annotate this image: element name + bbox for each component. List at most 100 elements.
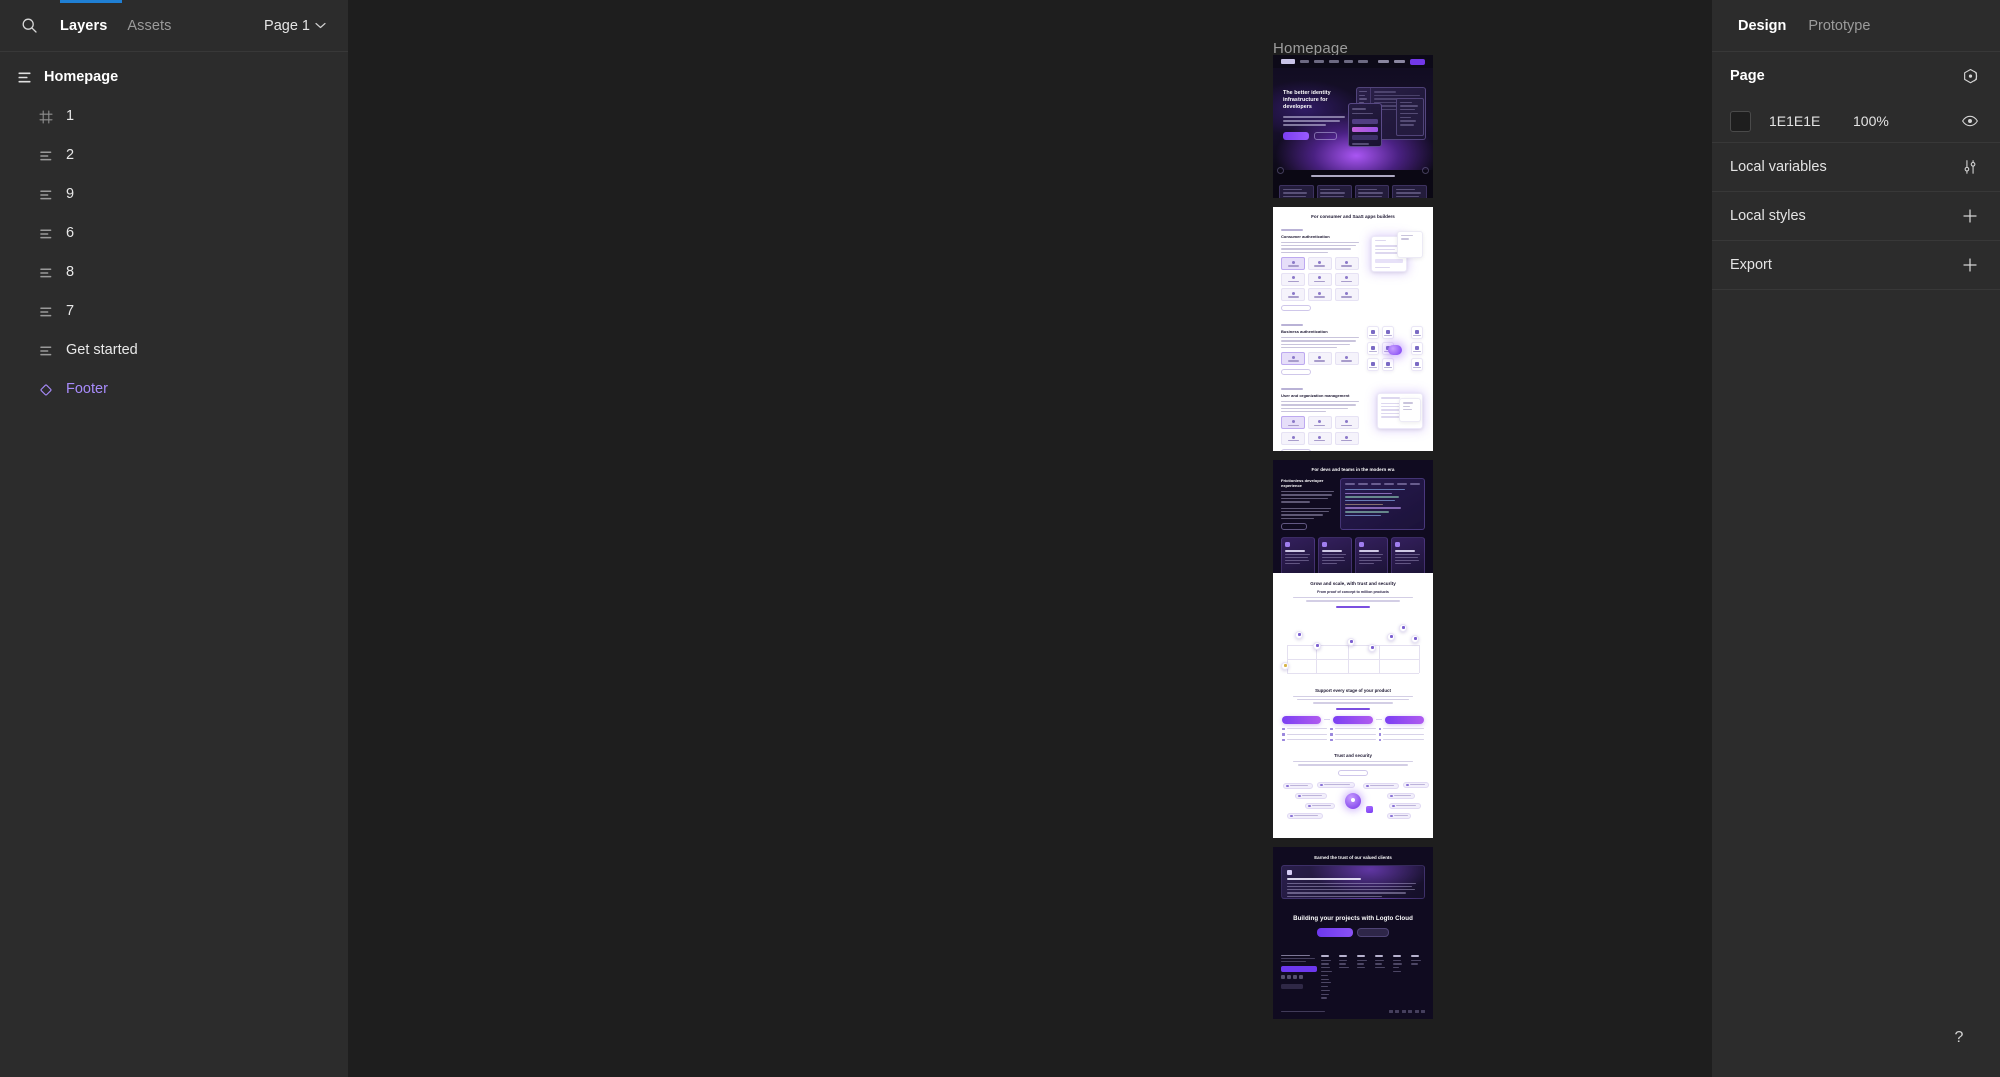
stage-pill bbox=[1282, 715, 1322, 724]
learn-more-link bbox=[1281, 369, 1311, 376]
carousel-prev-icon bbox=[1277, 167, 1284, 174]
feature-tile bbox=[1334, 431, 1359, 445]
autolayout-icon bbox=[14, 68, 34, 88]
endorsement-text bbox=[1311, 174, 1395, 178]
tab-layers[interactable]: Layers bbox=[50, 12, 117, 40]
footer-legal-link bbox=[1414, 1010, 1419, 1014]
stage-checklist-columns bbox=[1273, 724, 1433, 745]
search-icon[interactable] bbox=[14, 11, 44, 41]
tab-design[interactable]: Design bbox=[1730, 12, 1794, 40]
testimonial-heading bbox=[1287, 878, 1361, 880]
artboard-hero[interactable]: The better identity infrastructure for d… bbox=[1273, 55, 1433, 198]
trust-badge bbox=[1403, 781, 1429, 788]
diagram-node bbox=[1368, 643, 1376, 652]
layer-row-9[interactable]: 9 bbox=[0, 175, 348, 214]
learn-more-link bbox=[1281, 448, 1311, 451]
layer-row-2[interactable]: 2 bbox=[0, 136, 348, 175]
code-sample-card bbox=[1340, 478, 1425, 530]
code-tab bbox=[1384, 483, 1394, 485]
footer-legal-link bbox=[1401, 1010, 1406, 1014]
org-detail-mock bbox=[1399, 398, 1421, 423]
feature-tile bbox=[1307, 272, 1333, 286]
design-canvas[interactable]: Homepage The better identity infrastruct… bbox=[349, 0, 1711, 1077]
autolayout-icon bbox=[36, 263, 56, 283]
trust-badge bbox=[1295, 792, 1327, 799]
feature-tile bbox=[1307, 257, 1333, 271]
logo-card bbox=[1354, 185, 1390, 198]
plus-icon[interactable] bbox=[1958, 253, 1982, 277]
artboard-grow-scale[interactable]: Grow and scale, with trust and security … bbox=[1273, 573, 1433, 838]
chevron-down-icon bbox=[315, 22, 326, 29]
help-button[interactable]: ? bbox=[1942, 1021, 1976, 1055]
diagram-gridlines bbox=[1287, 644, 1419, 674]
page-selector[interactable]: Page 1 bbox=[256, 13, 334, 39]
hero-section: The better identity infrastructure for d… bbox=[1273, 68, 1433, 170]
footer-link-column bbox=[1411, 955, 1425, 1001]
autolayout-icon bbox=[36, 224, 56, 244]
integration-icon bbox=[1381, 326, 1394, 340]
layer-row-7[interactable]: 7 bbox=[0, 292, 348, 331]
page-fill-hex[interactable]: 1E1E1E bbox=[1769, 113, 1853, 129]
footer-link-column bbox=[1357, 955, 1371, 1001]
page-fill-opacity[interactable]: 100% bbox=[1853, 113, 1889, 129]
integration-icon bbox=[1367, 326, 1379, 340]
section-local-variables: Local variables bbox=[1712, 143, 2000, 192]
nav-link bbox=[1328, 60, 1339, 63]
feature-tile bbox=[1281, 416, 1306, 430]
hero-primary-button bbox=[1283, 132, 1309, 140]
page-fill-swatch[interactable] bbox=[1730, 110, 1751, 132]
feature-tile bbox=[1307, 416, 1333, 430]
code-tab bbox=[1371, 483, 1381, 485]
feature-tile bbox=[1281, 431, 1306, 445]
feature-tile bbox=[1334, 416, 1359, 430]
layer-row-1[interactable]: 1 bbox=[0, 97, 348, 136]
cta-title: Building your projects with Logto Cloud bbox=[1293, 915, 1413, 922]
tab-assets[interactable]: Assets bbox=[117, 12, 181, 40]
trust-badge-cloud bbox=[1273, 781, 1433, 821]
artboard-consumer-saas[interactable]: For consumer and SaaS apps builders Cons… bbox=[1273, 207, 1433, 451]
lock-icon bbox=[1365, 805, 1373, 813]
section-paragraph bbox=[1273, 597, 1433, 602]
integration-icon bbox=[1381, 358, 1394, 372]
layer-row-get-started[interactable]: Get started bbox=[0, 331, 348, 370]
top-progress-fill bbox=[60, 0, 122, 3]
variables-sliders-icon[interactable] bbox=[1958, 155, 1982, 179]
feature-tile bbox=[1334, 288, 1359, 302]
autolayout-icon bbox=[36, 341, 56, 361]
feature-tile-grid bbox=[1281, 352, 1359, 366]
nav-link bbox=[1314, 60, 1324, 63]
artboard-devs-teams[interactable]: For devs and teams in the modern era Fri… bbox=[1273, 460, 1433, 587]
layer-row-homepage[interactable]: Homepage bbox=[0, 58, 348, 97]
artboard-clients-cta[interactable]: Earned the trust of our valued clients B… bbox=[1273, 847, 1433, 1019]
nav-link bbox=[1393, 60, 1406, 63]
plus-icon[interactable] bbox=[1958, 204, 1982, 228]
logo-card bbox=[1392, 185, 1427, 198]
feature-tile bbox=[1281, 272, 1306, 286]
social-icon bbox=[1293, 975, 1297, 980]
layer-row-footer[interactable]: Footer bbox=[0, 370, 348, 409]
testimonial-card bbox=[1281, 865, 1425, 899]
layer-name: Footer bbox=[66, 381, 108, 398]
autolayout-icon bbox=[36, 146, 56, 166]
social-icon bbox=[1299, 975, 1303, 980]
eyebrow bbox=[1281, 388, 1303, 390]
section-export: Export bbox=[1712, 241, 2000, 290]
layer-row-8[interactable]: 8 bbox=[0, 253, 348, 292]
layers-list: Homepage 1 2 9 6 8 7 Get started Footer bbox=[0, 52, 348, 1077]
tab-prototype[interactable]: Prototype bbox=[1800, 12, 1878, 40]
footer-link-column bbox=[1339, 955, 1353, 1001]
section-local-styles: Local styles bbox=[1712, 192, 2000, 241]
footer-link-column bbox=[1375, 955, 1389, 1001]
layer-row-6[interactable]: 6 bbox=[0, 214, 348, 253]
feature-tile bbox=[1281, 352, 1306, 366]
page-settings-icon[interactable] bbox=[1958, 64, 1982, 88]
diagram-node bbox=[1295, 630, 1303, 639]
integration-icon bbox=[1367, 342, 1379, 356]
footer-link-column bbox=[1321, 955, 1335, 1001]
section-subtitle: From proof of concept to million product… bbox=[1317, 590, 1389, 594]
site-footer bbox=[1273, 951, 1433, 1007]
step-section-title: Support every stage of your product bbox=[1315, 687, 1391, 693]
code-tab bbox=[1410, 483, 1420, 485]
eye-icon[interactable] bbox=[1958, 109, 1982, 133]
block-heading: Consumer authentication bbox=[1281, 233, 1330, 239]
